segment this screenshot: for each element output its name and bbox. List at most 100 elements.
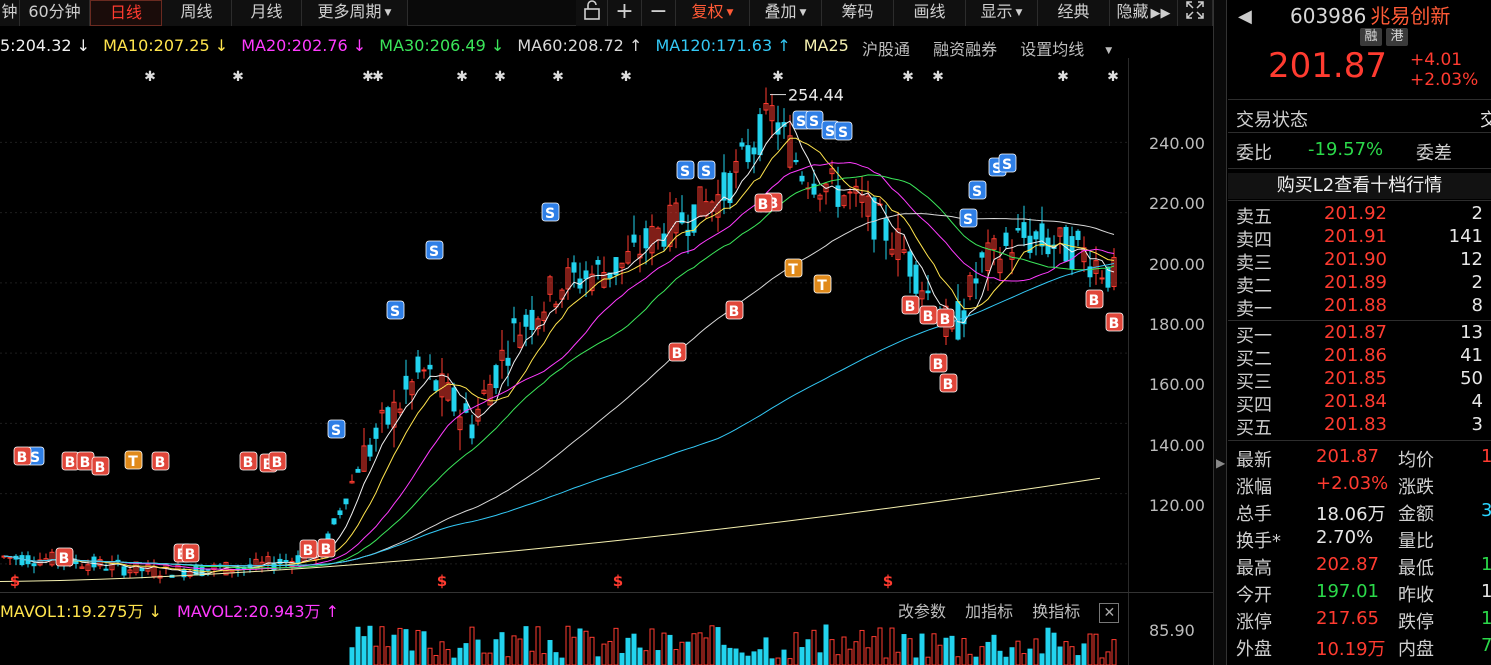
volume-bar <box>511 635 517 665</box>
volume-bar <box>469 626 475 665</box>
draw-line-button[interactable]: 画线 <box>894 0 966 26</box>
period-60min-tab[interactable]: 60分钟 <box>20 0 90 26</box>
more-periods-dropdown[interactable]: 更多周期 ▼ <box>302 0 408 26</box>
volume-bar <box>475 639 481 665</box>
volume-bar <box>673 649 679 665</box>
set-ma-dropdown[interactable]: 设置均线 ▼ <box>1020 40 1130 59</box>
hk-connect-link[interactable]: 沪股通 <box>862 40 910 59</box>
bid-price: 201.84 <box>1324 391 1387 412</box>
volume-bar <box>727 647 733 665</box>
event-star-marker: ✱ <box>552 69 564 85</box>
volume-bar <box>619 652 625 665</box>
period-monthly-tab[interactable]: 月线 <box>232 0 302 26</box>
trade-marker-label: S <box>545 206 555 222</box>
period-minute-tab[interactable]: 钟 <box>0 0 20 26</box>
volume-chart[interactable] <box>0 622 1128 665</box>
volume-bar <box>439 641 445 665</box>
volume-bar <box>691 633 697 665</box>
period-daily-tab[interactable]: 日线 <box>90 0 162 26</box>
volume-bar <box>1027 648 1033 665</box>
volume-bar <box>853 641 859 665</box>
weibi-row: 委比 -19.57% 委差 <box>1236 139 1452 165</box>
add-indicator-button[interactable]: 加指标 <box>965 602 1013 621</box>
volume-bar <box>931 633 937 665</box>
weicha-label: 委差 <box>1416 143 1452 164</box>
volume-bar <box>781 649 787 665</box>
trade-marker-label: B <box>17 450 28 466</box>
quote-panel: ◀ 603986 兆易创新 融 港 201.87 +4.01 +2.03% 交易状态… <box>1228 0 1491 665</box>
ma60-legend: MA60:208.72 ↑ <box>517 36 643 55</box>
fullscreen-icon[interactable] <box>1178 0 1213 26</box>
overlay-label: 叠加 <box>764 2 797 21</box>
volume-bar <box>1057 646 1063 665</box>
y-tick-180: 180.00 <box>1149 315 1205 334</box>
close-icon[interactable]: ✕ <box>1099 602 1120 623</box>
margin-badge: 融 <box>1360 28 1382 46</box>
volume-bar <box>409 650 415 665</box>
volume-bar <box>631 633 637 665</box>
volume-bar <box>835 654 841 665</box>
volume-bar <box>487 652 493 665</box>
candlestick-chart[interactable]: 254.44SBBBBTBBBBBBBBBSSSSSSSSSSSSSSBBBBT… <box>0 58 1128 592</box>
lock-icon[interactable] <box>576 0 608 26</box>
volume-legend: MAVOL1:19.275万 ↓ MAVOL2:20.943万 ↑ <box>0 598 339 622</box>
volume-bar <box>1045 627 1051 665</box>
edit-params-button[interactable]: 改参数 <box>898 602 946 621</box>
volume-bar <box>751 651 757 665</box>
ask-price: 201.88 <box>1324 295 1387 316</box>
event-star-marker: ✱ <box>372 69 384 85</box>
chevron-down-icon: ▼ <box>726 7 734 18</box>
back-arrow-icon[interactable]: ◀ <box>1238 6 1252 27</box>
volume-bar <box>637 647 643 665</box>
volume-bar <box>739 652 745 665</box>
separator <box>1228 320 1491 321</box>
overlay-dropdown[interactable]: 叠加 ▼ <box>750 0 822 26</box>
weibi-label: 委比 <box>1236 143 1272 164</box>
stat-label: 今开 <box>1236 585 1272 606</box>
volume-bar <box>979 646 985 665</box>
zoom-out-icon[interactable]: − <box>642 0 676 26</box>
chevron-down-icon: ▼ <box>799 7 807 18</box>
bid-price: 201.86 <box>1324 345 1387 366</box>
ask-row-3: 卖三 201.90 12 <box>1236 249 1491 274</box>
classic-button[interactable]: 经典 <box>1038 0 1110 26</box>
volume-y-tick: 85.90 <box>1149 621 1195 640</box>
panel-divider[interactable]: ▶ <box>1213 0 1227 665</box>
stat-value: 10.19万 <box>1316 639 1386 660</box>
chips-button[interactable]: 筹码 <box>822 0 894 26</box>
volume-bar <box>1111 639 1117 665</box>
hide-button[interactable]: 隐藏 ▶▶ <box>1110 0 1178 26</box>
candle-body <box>793 159 799 163</box>
period-weekly-tab[interactable]: 周线 <box>162 0 232 26</box>
chevron-down-icon: ▼ <box>384 7 392 18</box>
separator <box>1228 200 1491 201</box>
trade-marker-label: B <box>672 346 683 362</box>
buy-l2-banner[interactable]: 购买L2查看十档行情 <box>1228 173 1491 199</box>
display-dropdown[interactable]: 显示 ▼ <box>966 0 1038 26</box>
zoom-in-icon[interactable]: + <box>608 0 642 26</box>
bid-row-3: 买三 201.85 50 <box>1236 368 1491 393</box>
volume-bar <box>517 638 523 665</box>
y-axis-line <box>1128 58 1129 665</box>
margin-trading-link[interactable]: 融资融券 <box>933 40 997 59</box>
stat-label: 涨跌 <box>1398 477 1434 498</box>
candle-body <box>571 262 577 273</box>
dividend-marker: $ <box>10 572 20 590</box>
ask-price: 201.91 <box>1324 226 1387 247</box>
bid-volume: 41 <box>1460 345 1483 366</box>
stat-label: 涨幅 <box>1236 477 1272 498</box>
volume-bar <box>391 634 397 665</box>
collapse-arrow-icon[interactable]: ▶ <box>1216 456 1225 470</box>
ask-row-1: 卖一 201.88 8 <box>1236 295 1491 320</box>
candle-body <box>7 556 13 559</box>
trade-marker-label: B <box>95 460 106 476</box>
trade-marker-label: B <box>940 312 951 328</box>
stock-title: 603986 兆易创新 <box>1290 0 1450 29</box>
adjust-rights-dropdown[interactable]: 复权 ▼ <box>676 0 750 26</box>
trade-marker-label: T <box>128 454 138 470</box>
volume-bar <box>889 627 895 665</box>
volume-bar <box>607 640 613 665</box>
volume-bar <box>529 650 535 665</box>
volume-bar <box>775 657 781 665</box>
switch-indicator-button[interactable]: 换指标 <box>1032 602 1080 621</box>
